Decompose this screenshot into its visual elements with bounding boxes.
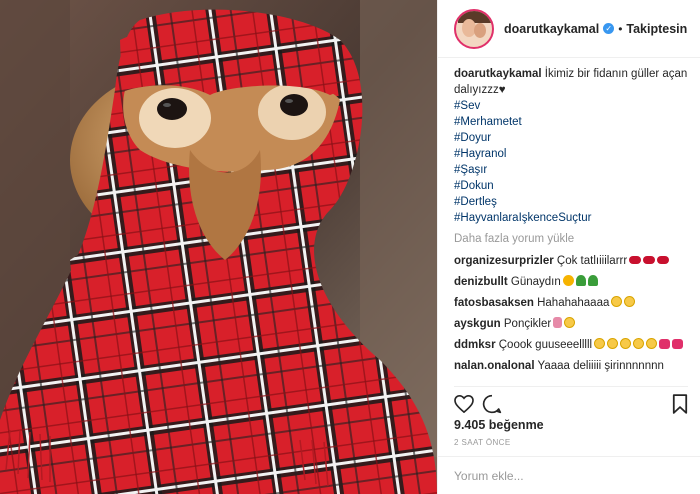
header-username[interactable]: doarutkaykamal (504, 22, 599, 36)
face-emoji-icon (594, 338, 606, 349)
comment-emojis (551, 317, 576, 330)
caption: doarutkaykamal İkimiz bir fidanın güller… (454, 66, 690, 226)
verified-badge-icon: ✓ (603, 23, 615, 34)
comment-username[interactable]: ddmksr (454, 339, 496, 351)
face-emoji-icon (611, 296, 623, 307)
post-photo[interactable] (0, 0, 437, 494)
post-side-panel: doarutkaykamal ✓ • Takiptesin doarutkayk… (437, 0, 700, 494)
comment-emojis (592, 338, 684, 351)
face-emoji-icon (607, 338, 619, 349)
comment-bubble-icon (482, 394, 502, 413)
comment-username[interactable]: denizbullt (454, 276, 508, 288)
comment-username[interactable]: nalan.onalonal (454, 360, 535, 372)
tree-emoji-icon (587, 275, 598, 286)
comment-text: Çoook guuseeelllll (498, 339, 593, 351)
comment-emojis (561, 275, 598, 288)
hashtag[interactable]: #Merhametet (454, 114, 690, 130)
like-button[interactable] (454, 392, 482, 416)
face-emoji-icon (646, 338, 658, 349)
post-header: doarutkaykamal ✓ • Takiptesin (438, 0, 700, 58)
save-button[interactable] (660, 392, 688, 416)
add-comment-bar (438, 456, 700, 494)
hashtag[interactable]: #Sev (454, 98, 690, 114)
face-emoji-icon (624, 296, 636, 307)
avatar[interactable] (454, 8, 494, 49)
heart-emoji-icon (659, 339, 671, 349)
comment-emojis (627, 255, 670, 267)
heart-emoji-icon (672, 339, 684, 349)
comment-text: Ponçikler (503, 318, 552, 330)
face-emoji-icon (620, 338, 632, 349)
comment-text: Hahahahaaaa (537, 297, 610, 309)
face-emoji-icon (564, 317, 576, 328)
lips-emoji-icon (629, 256, 642, 264)
comment-text: Yaaaa deliiiii şirinnnnnnn (537, 360, 664, 372)
post-timestamp: 2 SAAT ÖNCE (454, 438, 511, 447)
dogs-under-plaid-blanket-image (0, 0, 437, 494)
comment-list: doarutkaykamal İkimiz bir fidanın güller… (454, 66, 690, 380)
face-emoji-icon (633, 338, 645, 349)
comment-item: ayskgun Ponçikler (454, 316, 690, 332)
nail-emoji-icon (553, 317, 563, 328)
hashtag[interactable]: #Doyur (454, 130, 690, 146)
lips-emoji-icon (643, 256, 656, 264)
comment-emojis (609, 296, 636, 309)
comment-item: denizbullt Günaydın (454, 274, 690, 290)
comment-username[interactable]: organizesurprizler (454, 255, 554, 267)
comment-item: organizesurprizler Çok tatlıiiilarrr (454, 253, 690, 269)
like-count[interactable]: 9.405 beğenme (454, 418, 544, 432)
hashtag[interactable]: #Şaşır (454, 162, 690, 178)
bookmark-icon (672, 393, 688, 414)
action-bar (454, 386, 688, 414)
caption-username[interactable]: doarutkaykamal (454, 68, 542, 80)
comment-text: Günaydın (510, 276, 561, 288)
load-more-comments-button[interactable]: Daha fazla yorum yükle (454, 231, 690, 247)
comment-username[interactable]: fatosbasaksen (454, 297, 534, 309)
hashtag[interactable]: #Hayranol (454, 146, 690, 162)
heart-icon (454, 394, 474, 413)
hashtag[interactable]: #HayvanlaraIşkenceSuçtur (454, 210, 690, 226)
comment-item: ddmksr Çoook guuseeelllll (454, 337, 690, 353)
sun-emoji-icon (562, 275, 574, 286)
comment-button[interactable] (482, 392, 510, 416)
comment-text: Çok tatlıiiilarrr (556, 255, 628, 267)
comment-item: nalan.onalonal Yaaaa deliiiii şirinnnnnn… (454, 358, 690, 374)
comment-item: fatosbasaksen Hahahahaaaa (454, 295, 690, 311)
hashtag[interactable]: #Dokun (454, 178, 690, 194)
following-button[interactable]: Takiptesin (626, 22, 687, 36)
separator-dot: • (618, 21, 623, 36)
hashtag[interactable]: #Dertleş (454, 194, 690, 210)
lips-emoji-icon (657, 256, 670, 264)
tree-emoji-icon (575, 275, 586, 286)
comment-username[interactable]: ayskgun (454, 318, 501, 330)
comment-input[interactable] (454, 468, 674, 483)
